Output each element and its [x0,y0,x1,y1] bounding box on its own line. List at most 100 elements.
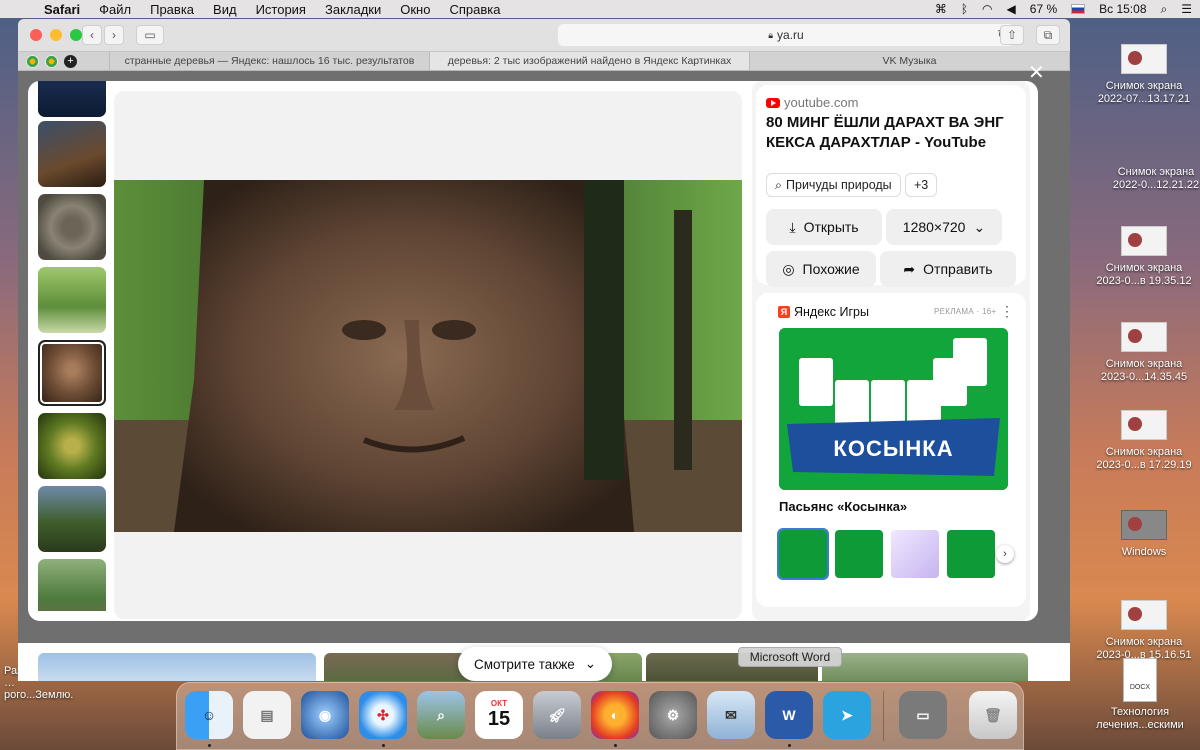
share-button[interactable]: ➦ Отправить [880,251,1016,287]
input-language-flag-icon[interactable] [1071,4,1086,14]
finder-icon[interactable]: ☺ [185,691,233,739]
menu-item-view[interactable]: Вид [213,2,237,17]
minimize-window-icon[interactable] [50,29,62,41]
address-bar[interactable]: 🔒︎ ya.ru ↻ [558,24,1014,46]
source-link[interactable]: youtube.com [766,95,858,110]
ad-card: Я Яндекс Игры РЕКЛАМА · 16+ ⋮ КОСЫНКА Па… [756,293,1026,607]
bluetooth-icon[interactable]: ᛒ [961,2,968,16]
launchpad-icon[interactable]: 🚀︎ [533,691,581,739]
more-tags-chip[interactable]: +3 [905,173,938,197]
desktop-file-docx[interactable]: DOCX Технология лечения...ескими [1085,658,1195,732]
status-area: ⌘ ᛒ ◠ ◀ 67 % Вс 15:08 ⌕ ☰ [935,0,1192,18]
calendar-month: ОКТ [490,699,508,708]
back-button[interactable]: ‹ [82,25,102,45]
web-page: youtube.com 80 МИНГ ЁШЛИ ДАРАХТ ВА ЭНГ К… [18,71,1070,681]
desktop-file-screenshot-1[interactable]: Снимок экрана 2022-07...13.17.21 [1089,44,1199,106]
disk-utility-icon[interactable]: ◉ [301,691,349,739]
open-button[interactable]: ⤓ Открыть [766,209,882,245]
game-preview-thumbnail[interactable] [947,530,995,578]
tab-vk-music[interactable]: VK Музыка [750,52,1070,70]
menu-app-name[interactable]: Safari [44,2,80,17]
thumbnail[interactable] [38,121,106,187]
thumbnail[interactable] [38,486,106,552]
close-window-icon[interactable] [30,29,42,41]
image-title[interactable]: 80 МИНГ ЁШЛИ ДАРАХТ ВА ЭНГ КЕКСА ДАРАХТЛ… [766,113,1028,153]
tab-search-results[interactable]: странные деревья — Яндекс: нашлось 16 ты… [110,52,430,70]
thumbnail[interactable] [38,194,106,260]
menubar-clock[interactable]: Вс 15:08 [1099,2,1146,16]
menu-item-history[interactable]: История [256,2,306,17]
ad-header[interactable]: Я Яндекс Игры [778,305,869,319]
wifi-icon[interactable]: ◠ [982,2,992,16]
thumbnail[interactable] [38,559,106,611]
menu-item-window[interactable]: Окно [400,2,430,17]
image-viewer-modal: youtube.com 80 МИНГ ЁШЛИ ДАРАХТ ВА ЭНГ К… [28,81,1038,621]
calendar-icon[interactable]: ОКТ 15 [475,691,523,739]
sidebar-toggle-icon[interactable]: ▭ [136,25,164,45]
desktop-folder-windows[interactable]: Windows [1089,510,1199,559]
preview-icon[interactable]: ⌕ [417,691,465,739]
similar-button[interactable]: ◎ Похожие [766,251,876,287]
similar-label: Похожие [802,261,860,277]
keyboard-icon[interactable]: ⌘ [935,2,947,16]
ad-banner[interactable]: КОСЫНКА [779,328,1008,490]
related-image[interactable] [38,653,316,681]
tree-face-photo[interactable] [114,180,742,532]
share-icon[interactable]: ⇧ [1000,25,1024,45]
microsoft-word-icon[interactable]: W [765,691,813,739]
menu-item-edit[interactable]: Правка [150,2,194,17]
thumbnail[interactable] [38,81,106,117]
ad-label: РЕКЛАМА · 16+ [934,307,997,316]
tab-overview-icon[interactable]: ⧉ [1036,25,1060,45]
thumbnail[interactable] [38,413,106,479]
pinned-tab-icon[interactable] [45,54,58,68]
volume-icon[interactable]: ◀ [1007,2,1016,16]
menu-item-file[interactable]: Файл [99,2,131,17]
desktop-file-screenshot-4[interactable]: Снимок экрана 2023-0...14.35.45 [1089,322,1199,384]
more-options-icon[interactable]: ⋮ [1000,303,1014,320]
trash-icon[interactable]: 🗑︎ [969,691,1017,739]
close-viewer-icon[interactable]: ✕ [1028,60,1045,85]
file-thumbnail [1121,600,1167,630]
thumbnail[interactable] [38,267,106,333]
desktop-file-screenshot-6[interactable]: Снимок экрана 2023-0...в 15.16.51 [1089,600,1199,662]
desktop-file-screenshot-2[interactable]: Снимок экрана 2022-0...12.21.22 [1101,130,1200,192]
game-preview-thumbnail[interactable] [777,528,829,580]
chevron-right-icon[interactable]: › [996,545,1014,563]
desktop-file-screenshot-5[interactable]: Снимок экрана 2023-0...в 17.29.19 [1089,410,1199,472]
related-image[interactable] [822,653,1028,681]
game-preview-thumbnail[interactable] [891,530,939,578]
battery-percent[interactable]: 67 % [1030,2,1057,16]
spotlight-icon[interactable]: ⌕ [1161,2,1168,17]
menu-item-bookmarks[interactable]: Закладки [325,2,381,17]
safari-icon[interactable]: ✣ [359,691,407,739]
youtube-icon [766,97,780,108]
chevron-down-icon: ⌄ [973,218,986,235]
address-url: ya.ru [777,28,804,42]
file-thumbnail [1121,410,1167,440]
tag-chip[interactable]: ⌕ Причуды природы [766,173,901,197]
mail-stamp-icon[interactable]: ✉ [707,691,755,739]
game-preview-thumbnail[interactable] [835,530,883,578]
forward-button[interactable]: › [104,25,124,45]
menu-item-help[interactable]: Справка [449,2,500,17]
size-select[interactable]: 1280×720 ⌄ [886,209,1002,245]
see-also-button[interactable]: Смотрите также ⌄ [458,647,613,681]
zoom-window-icon[interactable] [70,29,82,41]
ad-game-title[interactable]: Пасьянс «Косынка» [779,499,907,514]
windows-folder-icon[interactable]: ▭ [899,691,947,739]
system-preferences-icon[interactable]: ⚙ [649,691,697,739]
window-controls [30,29,82,41]
firefox-icon[interactable]: ◐ [591,691,639,739]
monitor-icon [1121,510,1167,540]
control-center-icon[interactable]: ☰ [1181,2,1192,16]
thumbnail-selected[interactable] [38,340,106,406]
new-tab-icon[interactable]: + [64,54,77,68]
libreoffice-icon[interactable]: ▤ [243,691,291,739]
file-label: Windows [1121,546,1167,558]
file-thumbnail [1121,322,1167,352]
desktop-file-screenshot-3[interactable]: Снимок экрана 2023-0...в 19.35.12 [1089,226,1199,288]
tab-image-results[interactable]: деревья: 2 тыс изображений найдено в Янд… [430,52,750,70]
pinned-tab-icon[interactable] [26,54,39,68]
telegram-icon[interactable]: ➤ [823,691,871,739]
